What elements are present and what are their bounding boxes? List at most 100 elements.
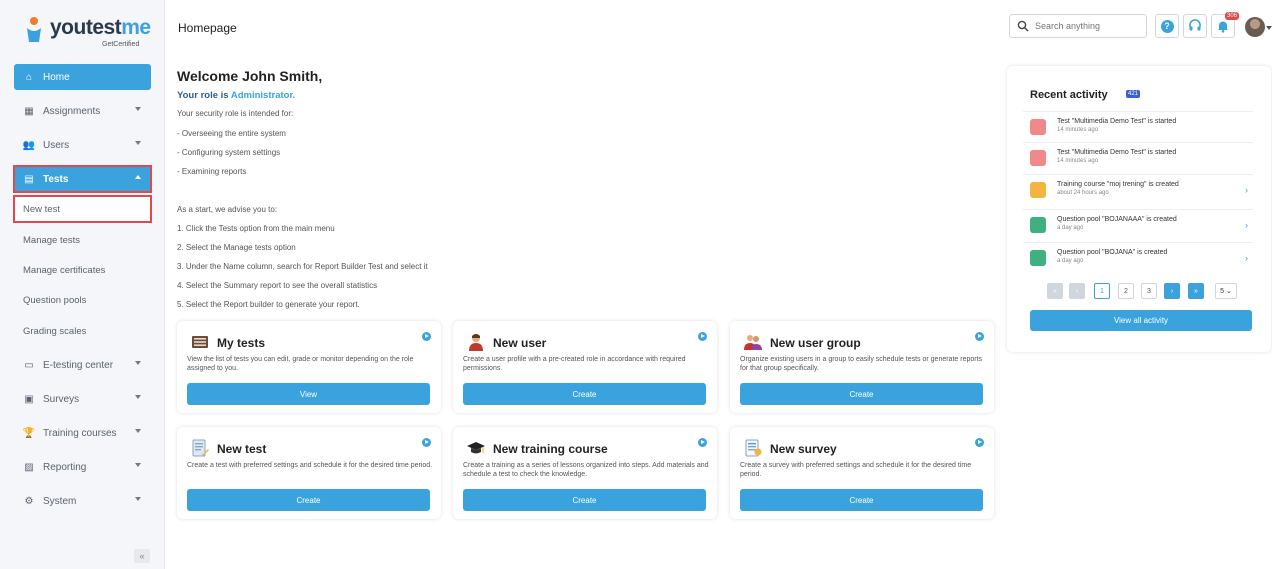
play-video-icon[interactable] (422, 438, 431, 447)
card-description: Create a user profile with a pre-created… (463, 356, 686, 372)
welcome-heading: Welcome John Smith, (177, 68, 323, 84)
card-my-tests: My tests View the list of tests you can … (177, 321, 441, 413)
assignments-icon: ▦ (24, 105, 34, 117)
activity-item[interactable]: Test "Multimedia Demo Test" is started 1… (1023, 111, 1253, 142)
create-user-group-button[interactable]: Create (740, 383, 983, 405)
page-size-select[interactable]: 5 ⌄ (1215, 283, 1237, 299)
search-box[interactable] (1009, 14, 1147, 38)
activity-time: a day ago (1057, 225, 1084, 231)
first-page-button[interactable]: « (1047, 283, 1063, 299)
sidebar-item-home[interactable]: ⌂ Home (14, 64, 151, 90)
activity-item[interactable]: Training course "moj trening" is created… (1023, 174, 1253, 205)
step-item: 3. Under the Name column, search for Rep… (177, 262, 428, 271)
create-test-button[interactable]: Create (187, 489, 430, 511)
activity-item[interactable]: Question pool "BOJANA" is created a day … (1023, 242, 1253, 273)
sidebar-item-training-courses[interactable]: 🏆 Training courses (14, 420, 151, 446)
chevron-right-icon[interactable]: › (1245, 253, 1248, 263)
step-item: 4. Select the Summary report to see the … (177, 281, 378, 290)
prev-page-button[interactable]: ‹ (1069, 283, 1085, 299)
view-all-activity-button[interactable]: View all activity (1030, 310, 1252, 331)
sidebar-item-label: Assignments (43, 105, 101, 117)
page-button[interactable]: 1 (1094, 283, 1110, 299)
chevron-up-icon (135, 175, 141, 179)
card-title: New training course (493, 442, 608, 456)
collapse-sidebar-button[interactable]: « (134, 549, 150, 563)
surveys-icon: ▣ (24, 393, 34, 405)
logo[interactable]: youtestme GetCertified (24, 14, 154, 50)
survey-icon (745, 439, 762, 457)
test-started-icon (1030, 119, 1046, 135)
sidebar-subitem-grading-scales[interactable]: Grading scales (14, 318, 151, 344)
sidebar-item-reporting[interactable]: ▨ Reporting (14, 454, 151, 480)
sidebar-subitem-new-test[interactable]: New test (13, 195, 152, 223)
chevron-right-icon[interactable]: › (1245, 220, 1248, 230)
sidebar-item-label: System (43, 495, 77, 507)
chevron-down-icon[interactable] (1266, 26, 1272, 30)
card-new-user-group: New user group Organize existing users i… (730, 321, 994, 413)
activity-time: 14 minutes ago (1057, 158, 1099, 164)
sidebar-item-label: Reporting (43, 461, 87, 473)
security-intro: Your security role is intended for: (177, 109, 294, 118)
create-user-button[interactable]: Create (463, 383, 706, 405)
activity-item[interactable]: Question pool "BOJANAAA" is created a da… (1023, 209, 1253, 240)
page-button[interactable]: 3 (1141, 283, 1157, 299)
sidebar-item-e-testing-center[interactable]: ▭ E-testing center (14, 352, 151, 378)
help-button[interactable]: ? (1155, 14, 1179, 38)
home-icon: ⌂ (25, 71, 33, 83)
users-icon: 👥 (22, 139, 36, 151)
trophy-icon (1030, 182, 1046, 198)
sidebar-subitem-question-pools[interactable]: Question pools (14, 287, 151, 313)
question-pool-icon (1030, 250, 1046, 266)
card-new-user: New user Create a user profile with a pr… (453, 321, 717, 413)
reporting-icon: ▨ (24, 461, 34, 473)
duty-item: - Examining reports (177, 167, 247, 176)
play-video-icon[interactable] (698, 438, 707, 447)
sidebar-item-system[interactable]: ⚙ System (14, 488, 151, 514)
sidebar-item-surveys[interactable]: ▣ Surveys (14, 386, 151, 412)
card-description: Organize existing users in a group to ea… (740, 356, 983, 372)
play-video-icon[interactable] (422, 332, 431, 341)
brand-name: youtestme (50, 16, 151, 39)
sidebar-item-tests[interactable]: ▤ Tests (13, 165, 152, 193)
card-new-training-course: New training course Create a training as… (453, 427, 717, 519)
play-video-icon[interactable] (975, 438, 984, 447)
sidebar-item-users[interactable]: 👥 Users (14, 132, 151, 158)
play-video-icon[interactable] (975, 332, 984, 341)
brand-tagline: GetCertified (102, 41, 140, 48)
support-button[interactable] (1183, 14, 1207, 38)
question-pool-icon (1030, 217, 1046, 233)
user-group-icon (744, 335, 762, 350)
search-input[interactable] (1035, 21, 1135, 31)
sidebar-subitem-manage-certificates[interactable]: Manage certificates (14, 257, 151, 283)
activity-item[interactable]: Test "Multimedia Demo Test" is started 1… (1023, 142, 1253, 173)
advice-intro: As a start, we advise you to: (177, 205, 278, 214)
card-new-test: New test Create a test with preferred se… (177, 427, 441, 519)
view-my-tests-button[interactable]: View (187, 383, 430, 405)
headset-icon (1189, 19, 1201, 31)
play-video-icon[interactable] (698, 332, 707, 341)
app-root: youtestme GetCertified ⌂ Home ▦ Assignme… (0, 0, 1272, 569)
last-page-button[interactable]: » (1188, 283, 1204, 299)
step-item: 2. Select the Manage tests option (177, 243, 296, 252)
chevron-down-icon (135, 395, 141, 399)
create-survey-button[interactable]: Create (740, 489, 983, 511)
chevron-right-icon[interactable]: › (1245, 185, 1248, 195)
chevron-down-icon (135, 107, 141, 111)
sidebar-item-label: Tests (43, 173, 69, 185)
activity-text: Question pool "BOJANA" is created (1057, 249, 1168, 256)
activity-time: 14 minutes ago (1057, 127, 1099, 133)
test-started-icon (1030, 150, 1046, 166)
sidebar-item-assignments[interactable]: ▦ Assignments (14, 98, 151, 124)
sidebar-subitem-manage-tests[interactable]: Manage tests (14, 227, 151, 253)
next-page-button[interactable]: › (1164, 283, 1180, 299)
page-title: Homepage (178, 21, 237, 35)
bell-icon (1218, 21, 1228, 33)
create-training-course-button[interactable]: Create (463, 489, 706, 511)
avatar[interactable] (1245, 17, 1265, 37)
role-line: Your role is Administrator. (177, 90, 296, 101)
duty-item: - Configuring system settings (177, 148, 281, 157)
duty-item: - Overseeing the entire system (177, 129, 286, 138)
page-button[interactable]: 2 (1118, 283, 1134, 299)
card-title: New user group (770, 336, 861, 350)
card-title: New test (217, 442, 267, 456)
